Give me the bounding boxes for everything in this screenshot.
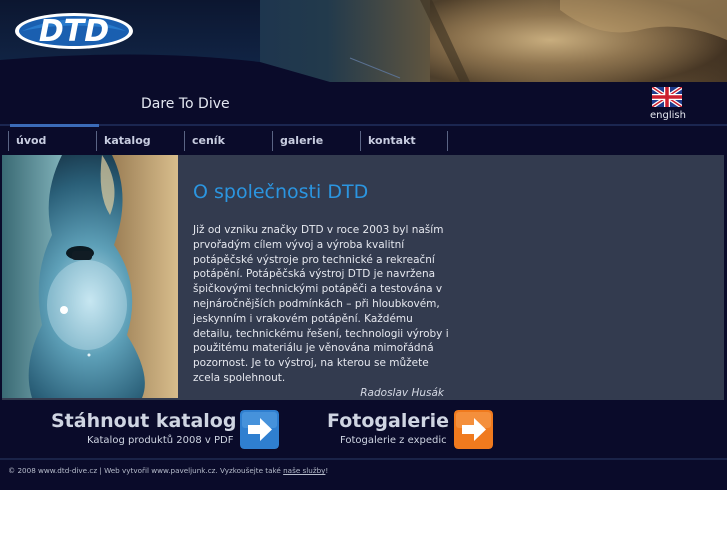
- site-wrapper: DTD Dare To Dive english úvod katalog ce…: [0, 0, 727, 490]
- paragraph-line: jeskynním i vrakovém potápění. Každému: [193, 312, 413, 325]
- language-switch[interactable]: [651, 87, 683, 107]
- footer-divider: [0, 458, 727, 460]
- paragraph-line: použitému materiálu je věnována mimořádn…: [193, 342, 434, 355]
- page-title: O společnosti DTD: [193, 181, 369, 203]
- paragraph-line: pozornost. Je to výstroj, na kterou se m…: [193, 357, 429, 370]
- nav-item-galerie[interactable]: galerie: [272, 131, 360, 151]
- dtd-logo[interactable]: DTD: [14, 12, 134, 50]
- photo-gallery-button[interactable]: [454, 410, 493, 449]
- photo-gallery-subtitle[interactable]: Fotogalerie z expedic: [340, 435, 447, 446]
- download-catalog-subtitle[interactable]: Katalog produktů 2008 v PDF: [87, 435, 233, 446]
- paragraph-line: detailu, technickému řešení, technologii…: [193, 327, 449, 340]
- download-catalog-title[interactable]: Stáhnout katalog: [51, 410, 236, 432]
- main-nav: úvod katalog ceník galerie kontakt: [8, 131, 448, 151]
- photo-gallery-title[interactable]: Fotogalerie: [327, 410, 449, 432]
- paragraph-line: prvořadým cílem vývoj a výroba kvalitní: [193, 238, 405, 251]
- download-catalog-button[interactable]: [240, 410, 279, 449]
- nav-item-katalog[interactable]: katalog: [96, 131, 184, 151]
- logo-text: DTD: [39, 14, 109, 49]
- paragraph-line: Již od vzniku značky DTD v roce 2003 byl…: [193, 224, 444, 236]
- signature: Radoslav Husák: [360, 387, 444, 399]
- paragraph-line: zcela spolehnout.: [193, 371, 286, 384]
- footer-suffix: !: [325, 466, 329, 475]
- cave-diver-photo: [2, 155, 178, 398]
- nav-item-uvod[interactable]: úvod: [8, 131, 96, 151]
- nav-item-cenik[interactable]: ceník: [184, 131, 272, 151]
- brand-tagline: Dare To Dive: [141, 96, 230, 112]
- footer: © 2008 www.dtd-dive.cz | Web vytvořil ww…: [8, 466, 328, 475]
- about-paragraph: Již od vzniku značky DTD v roce 2003 byl…: [193, 223, 455, 386]
- paragraph-line: špičkovými technickými potápěči a testov…: [193, 283, 443, 296]
- nav-active-indicator: [10, 124, 99, 127]
- footer-text: © 2008 www.dtd-dive.cz | Web vytvořil ww…: [8, 466, 284, 475]
- nav-item-kontakt[interactable]: kontakt: [360, 131, 448, 151]
- paragraph-line: nejnáročnějších podmínkách – při hloubko…: [193, 297, 440, 310]
- uk-flag-icon[interactable]: [652, 87, 682, 107]
- paragraph-line: potápěčské výstroje pro technické a rekr…: [193, 253, 435, 266]
- language-label[interactable]: english: [642, 110, 694, 121]
- paragraph-line: potápění. Potápěčská výstroj DTD je navr…: [193, 268, 436, 281]
- our-services-link[interactable]: naše služby: [283, 466, 325, 475]
- nav-divider: [0, 124, 727, 126]
